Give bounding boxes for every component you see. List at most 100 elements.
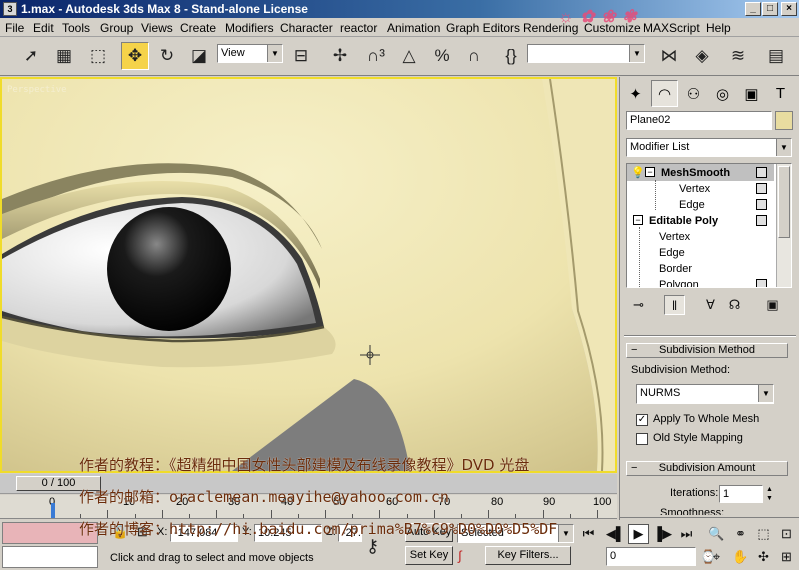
hierarchy-tab-icon[interactable]: ⚇ [680, 80, 707, 107]
menu-file[interactable]: File [5, 21, 24, 35]
menu-edit[interactable]: Edit [33, 21, 54, 35]
select-and-move-icon[interactable]: ✥ [121, 42, 149, 70]
pan-view-icon[interactable]: ✋ [730, 547, 751, 567]
maximize-button[interactable]: □ [762, 2, 778, 16]
stack-item-edge[interactable]: Edge [679, 197, 705, 213]
current-frame-field[interactable]: 0 [606, 547, 696, 566]
reference-coordinate-value: View [221, 47, 245, 59]
selection-region-icon[interactable]: ⬚ [84, 42, 112, 70]
zoom-all-icon[interactable]: ⚭ [730, 524, 751, 544]
pin-stack-icon[interactable]: ⊸ [628, 295, 649, 315]
subdivision-method-dropdown[interactable]: NURMS ▼ [636, 384, 774, 404]
arc-rotate-icon[interactable]: ✣ [753, 547, 774, 567]
percent-snap-icon[interactable]: % [428, 42, 456, 70]
field-of-view-icon[interactable]: ⌖ [706, 547, 727, 567]
stack-item-toggle[interactable] [756, 215, 767, 226]
zoom-extents-all-icon[interactable]: ⊡ [776, 524, 797, 544]
menu-help[interactable]: Help [706, 21, 731, 35]
stack-item-toggle[interactable] [756, 279, 767, 287]
menu-graph-editors[interactable]: Graph Editors [446, 21, 520, 35]
utilities-tab-icon[interactable]: T [767, 80, 794, 107]
reference-coordinate-dropdown[interactable]: View ▼ [217, 44, 283, 63]
make-unique-icon[interactable]: ∀ [700, 295, 721, 315]
collapse-toggle-icon[interactable]: − [633, 215, 643, 225]
show-end-result-icon[interactable]: ‖ [664, 295, 685, 315]
next-frame-icon[interactable]: ▐▶ [652, 524, 673, 544]
stack-scrollbar[interactable] [776, 164, 791, 287]
menu-animation[interactable]: Animation [387, 21, 440, 35]
stack-item-polygon[interactable]: Polygon [659, 277, 699, 287]
layer-manager-icon[interactable]: ≋ [724, 42, 752, 70]
tree-line [639, 227, 640, 287]
named-selection-dropdown[interactable]: ▼ [527, 44, 645, 63]
stack-item-border[interactable]: Border [659, 261, 692, 277]
stack-item-editable-poly[interactable]: Editable Poly [649, 213, 718, 229]
spinner-snap-icon[interactable]: ∩ [460, 42, 488, 70]
mirror-icon[interactable]: ⋈ [655, 42, 683, 70]
window-title: 1.max - Autodesk 3ds Max 8 - Stand-alone… [21, 2, 308, 16]
previous-frame-icon[interactable]: ◀▌ [605, 524, 626, 544]
configure-sets-icon[interactable]: ▣ [762, 295, 783, 315]
old-style-mapping-checkbox[interactable] [636, 433, 648, 445]
maxscript-listener-white[interactable] [2, 546, 98, 568]
modifier-stack[interactable]: 💡 − MeshSmooth Vertex Edge − Editable Po… [626, 163, 792, 288]
stack-item-vertex[interactable]: Vertex [679, 181, 710, 197]
iterations-field[interactable]: 1 [719, 485, 763, 503]
menu-reactor[interactable]: reactor [340, 21, 377, 35]
stack-item-toggle[interactable] [756, 167, 767, 178]
menu-modifiers[interactable]: Modifiers [225, 21, 274, 35]
manipulate-icon[interactable]: ✢ [326, 42, 354, 70]
object-color-swatch[interactable] [775, 111, 793, 130]
close-button[interactable]: × [781, 2, 797, 16]
motion-tab-icon[interactable]: ◎ [709, 80, 736, 107]
stack-item-toggle[interactable] [756, 183, 767, 194]
align-icon[interactable]: ◈ [688, 42, 716, 70]
select-by-name-icon[interactable]: ▦ [50, 42, 78, 70]
collapse-toggle-icon[interactable]: − [645, 167, 655, 177]
menu-maxscript[interactable]: MAXScript [643, 21, 700, 35]
scrollbar-thumb[interactable] [778, 166, 790, 238]
min-max-toggle-icon[interactable]: ⊞ [776, 547, 797, 567]
stack-item-vertex[interactable]: Vertex [659, 229, 690, 245]
set-key-button[interactable]: Set Key [405, 546, 453, 565]
modify-tab-icon[interactable]: ◠ [651, 80, 678, 107]
display-tab-icon[interactable]: ▣ [738, 80, 765, 107]
viewport-label[interactable]: Perspective [7, 85, 67, 95]
perspective-viewport[interactable]: Perspective [0, 77, 617, 473]
timeline-tick [325, 510, 326, 518]
subdivision-method-rollout-header[interactable]: − Subdivision Method [626, 343, 788, 358]
lightbulb-icon[interactable]: 💡 [631, 166, 645, 179]
pivot-center-icon[interactable]: ⊟ [287, 42, 315, 70]
remove-modifier-icon[interactable]: ☊ [724, 295, 745, 315]
create-tab-icon[interactable]: ✦ [622, 80, 649, 107]
schematic-view-icon[interactable]: ▤ [762, 42, 790, 70]
go-to-end-icon[interactable]: ⏭ [676, 524, 697, 544]
iterations-spinner-icon[interactable]: ▲ ▼ [764, 485, 775, 503]
menu-views[interactable]: Views [141, 21, 173, 35]
key-tangent-icon[interactable]: ∫ [458, 548, 462, 563]
stack-item-edge[interactable]: Edge [659, 245, 685, 261]
zoom-icon[interactable]: 🔍 [706, 524, 727, 544]
object-name-field[interactable]: Plane02 [626, 111, 772, 130]
select-and-scale-icon[interactable]: ◪ [185, 42, 213, 70]
menu-create[interactable]: Create [180, 21, 216, 35]
snap-3d-icon[interactable]: ∩³ [362, 42, 390, 70]
angle-snap-icon[interactable]: △ [395, 42, 423, 70]
select-and-rotate-icon[interactable]: ↻ [153, 42, 181, 70]
subdivision-amount-rollout-header[interactable]: − Subdivision Amount [626, 461, 788, 476]
menu-tools[interactable]: Tools [62, 21, 90, 35]
stack-item-toggle[interactable] [756, 199, 767, 210]
select-object-icon[interactable]: ➚ [17, 42, 45, 70]
play-icon[interactable]: ▶ [628, 524, 649, 544]
key-filters-button[interactable]: Key Filters... [485, 546, 571, 565]
menu-character[interactable]: Character [280, 21, 333, 35]
edit-named-selection-icon[interactable]: {} [497, 42, 525, 70]
tree-line [655, 180, 656, 210]
minimize-button[interactable]: _ [745, 2, 761, 16]
go-to-start-icon[interactable]: ⏮ [578, 524, 599, 544]
modifier-list-dropdown[interactable]: Modifier List ▼ [626, 138, 792, 157]
menu-group[interactable]: Group [100, 21, 133, 35]
zoom-extents-icon[interactable]: ⬚ [753, 524, 774, 544]
apply-whole-mesh-checkbox[interactable]: ✓ [636, 414, 648, 426]
stack-item-meshsmooth[interactable]: MeshSmooth [661, 165, 730, 181]
